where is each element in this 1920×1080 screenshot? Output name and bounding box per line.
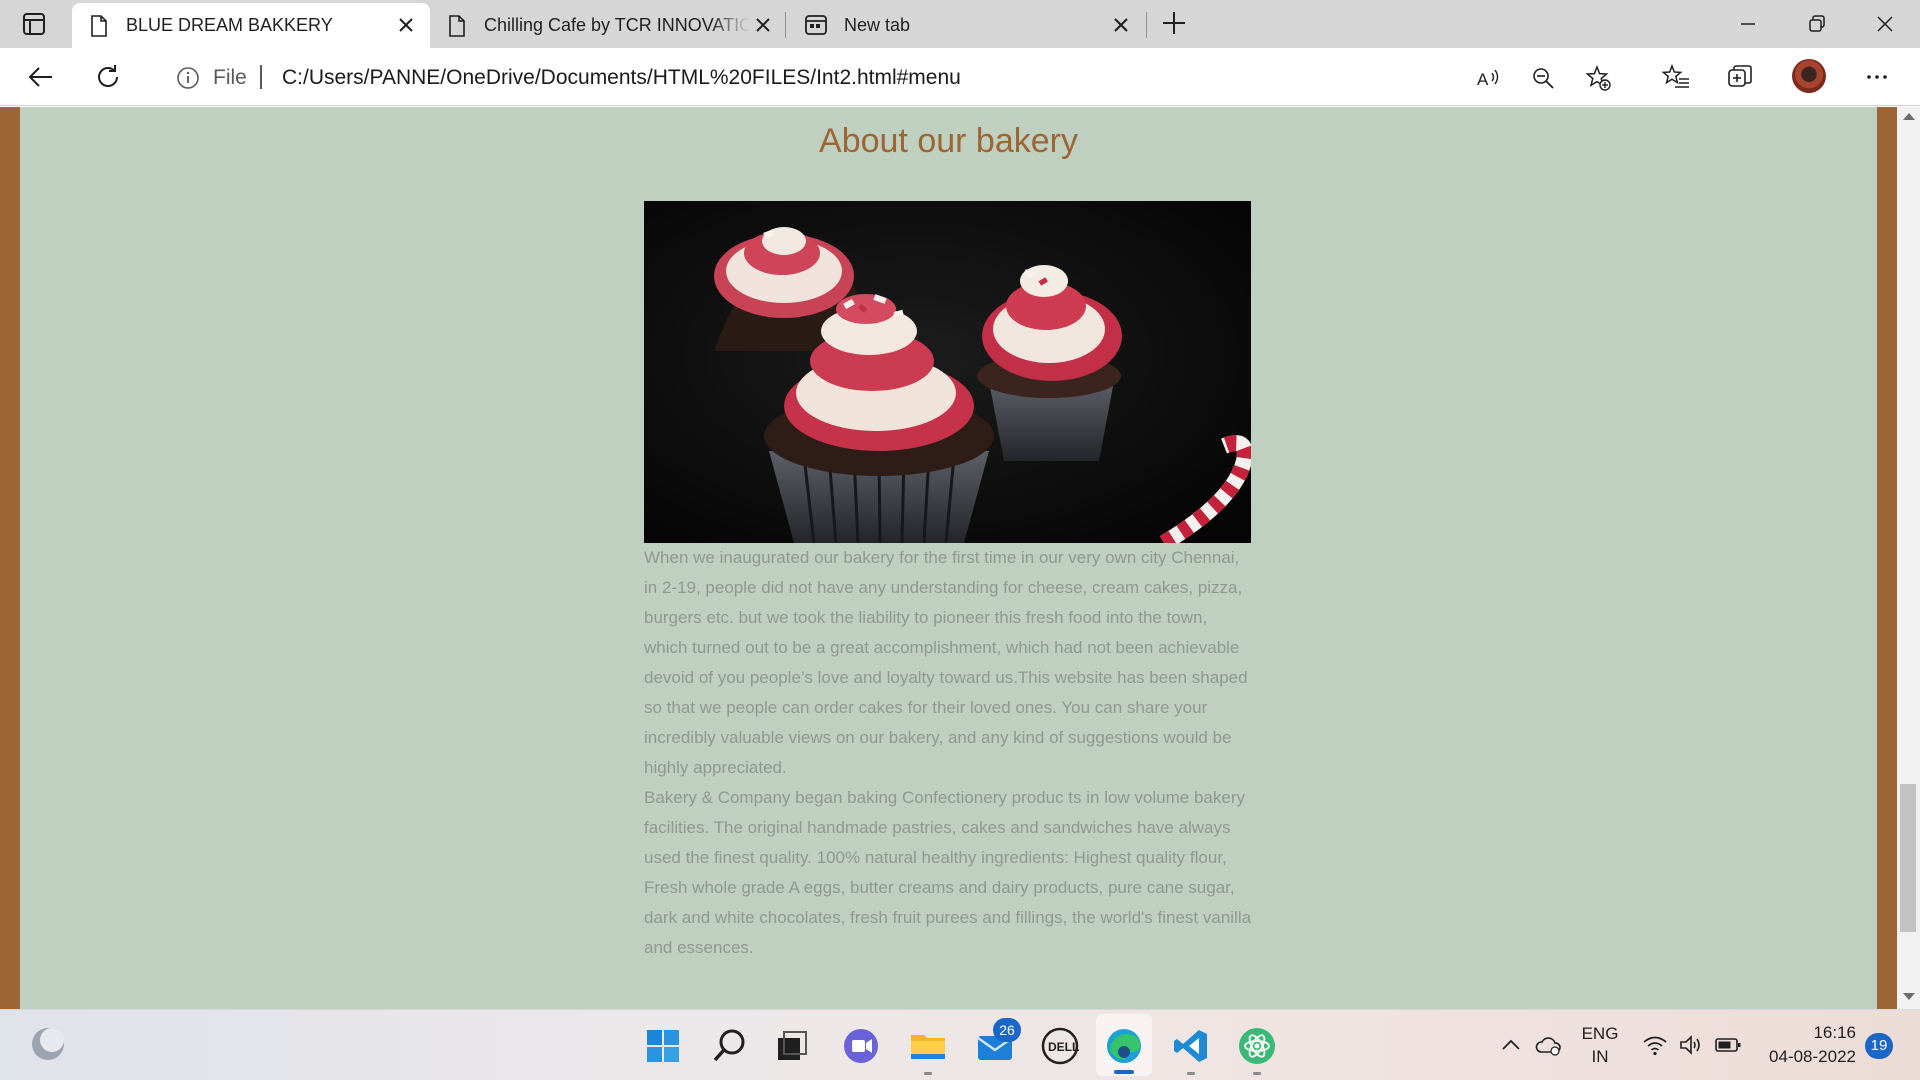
tab-title: BLUE DREAM BAKKERY [126,15,333,35]
wifi-icon[interactable] [1642,1034,1668,1056]
refresh-icon[interactable] [93,62,123,92]
search-icon[interactable] [710,1026,750,1066]
teams-chat-icon[interactable] [841,1026,881,1066]
mail-badge: 26 [993,1018,1021,1042]
region-indicator[interactable]: IN [1575,1047,1625,1067]
scheme-label: File [213,66,247,89]
language-indicator[interactable]: ENG [1575,1024,1625,1044]
about-heading: About our bakery [819,122,1078,160]
edge-browser-icon[interactable] [1104,1026,1144,1066]
address-bar[interactable]: File C:/Users/PANNE/OneDrive/Documents/H… [150,55,1630,99]
add-favorite-icon[interactable] [1585,65,1611,91]
close-icon[interactable] [1112,16,1130,34]
new-tab-page-icon [805,15,827,35]
vertical-scrollbar[interactable] [1897,107,1920,1009]
tab-chilling-cafe[interactable]: Chilling Cafe by TCR INNOVATIO [430,3,782,48]
about-paragraph: Bakery & Company began baking Confection… [644,788,1252,957]
dell-icon[interactable]: DELL [1040,1026,1080,1066]
minimize-icon[interactable] [1736,12,1760,36]
running-indicator [1253,1072,1261,1075]
windows-taskbar: 26 DELL ENG IN 16:16 04-08-2022 19 [0,1009,1920,1080]
atom-taskbar[interactable] [1237,1026,1277,1075]
weather-widget-icon[interactable] [28,1024,68,1064]
about-paragraph: When we inaugurated our bakery for the f… [644,548,1248,777]
profile-avatar[interactable] [1792,59,1826,93]
page-viewport: About our bakery When we inaugurated our… [0,107,1920,1009]
read-aloud-icon[interactable]: A [1475,65,1501,91]
back-arrow-icon[interactable] [26,62,56,92]
info-icon[interactable] [176,66,200,90]
atom-icon [1239,1028,1275,1064]
restore-icon[interactable] [1805,12,1829,36]
chevron-up-icon[interactable] [1500,1034,1522,1056]
page-icon [91,15,107,37]
tab-strip: BLUE DREAM BAKKERY Chilling Cafe by TCR … [0,0,1920,48]
tab-actions-icon[interactable] [18,11,52,37]
zoom-out-icon[interactable] [1530,65,1556,91]
page-border-left [0,107,20,1009]
browser-toolbar: File C:/Users/PANNE/OneDrive/Documents/H… [0,48,1920,106]
running-indicator [1187,1072,1195,1075]
volume-icon[interactable] [1678,1034,1704,1056]
file-explorer-taskbar[interactable] [908,1026,948,1075]
tab-title: Chilling Cafe by TCR INNOVATIO [484,15,750,35]
about-text: When we inaugurated our bakery for the f… [644,543,1254,963]
close-icon[interactable] [754,16,772,34]
url-text[interactable]: C:/Users/PANNE/OneDrive/Documents/HTML%2… [282,66,961,90]
mail-taskbar[interactable]: 26 [975,1018,1021,1066]
cupcakes-photo [644,201,1251,543]
collections-icon[interactable] [1725,62,1755,92]
tab-blue-dream-bakkery[interactable]: BLUE DREAM BAKKERY [72,3,430,48]
clock-time[interactable]: 16:16 [1748,1023,1856,1043]
vscode-taskbar[interactable] [1171,1026,1211,1075]
favorites-icon[interactable] [1661,62,1691,92]
scrollbar-thumb[interactable] [1900,784,1916,932]
scroll-up-arrow-icon[interactable] [1903,113,1915,120]
clock-date[interactable]: 04-08-2022 [1748,1047,1856,1067]
notification-badge[interactable]: 19 [1865,1033,1893,1059]
new-tab-plus-icon[interactable] [1161,10,1187,36]
page-icon [449,15,465,37]
vscode-icon [1174,1030,1207,1062]
task-view-icon[interactable] [772,1026,812,1066]
close-icon[interactable] [397,16,415,34]
windows-start-icon[interactable] [643,1026,683,1066]
battery-icon[interactable] [1714,1035,1742,1055]
address-divider [260,65,262,89]
running-indicator [924,1072,932,1075]
tab-divider [1146,12,1147,38]
onedrive-cloud-icon[interactable] [1535,1032,1563,1058]
scroll-down-arrow-icon[interactable] [1903,993,1915,1000]
page-border-right [1877,107,1897,1009]
close-window-icon[interactable] [1873,12,1897,36]
tab-new-tab[interactable]: New tab [786,3,1146,48]
more-options-icon[interactable] [1862,62,1892,92]
folder-icon [911,1035,945,1059]
svg-text:A: A [1477,70,1489,89]
active-indicator [1114,1070,1134,1074]
tab-title: New tab [844,15,911,35]
svg-text:DELL: DELL [1048,1040,1079,1054]
